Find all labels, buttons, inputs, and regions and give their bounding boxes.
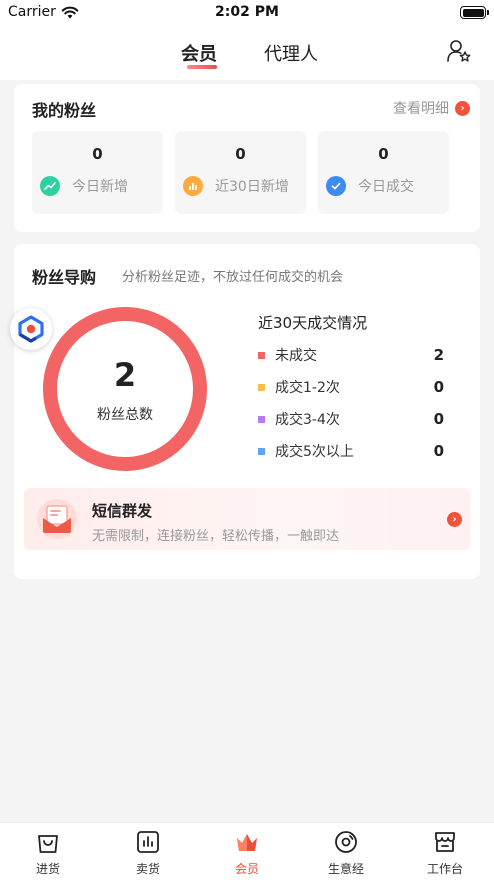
stat-value: 0 xyxy=(378,145,389,163)
legend-swatch xyxy=(258,351,265,359)
sms-description: 无需限制，连接粉丝，轻松传播，一触即达 xyxy=(92,529,340,544)
legend-swatch xyxy=(258,447,265,455)
sms-broadcast-banner[interactable]: 短信群发 无需限制，连接粉丝，轻松传播，一触即达 › xyxy=(24,488,470,550)
stat-value: 0 xyxy=(92,145,103,163)
nav-label: 工作台 xyxy=(426,862,463,876)
legend-label: 未成交 xyxy=(275,348,317,364)
legend-item: 成交3-4次 0 xyxy=(258,409,444,429)
stat-value: 0 xyxy=(235,145,246,163)
nav-label: 卖货 xyxy=(135,862,160,876)
crown-icon xyxy=(237,834,257,851)
nav-item-member[interactable]: 会员 xyxy=(212,829,282,877)
legend-item: 未成交 2 xyxy=(258,345,444,365)
envelope-icon xyxy=(37,499,77,539)
clock: 2:02 PM xyxy=(215,4,279,20)
top-header: 会员 代理人 xyxy=(0,28,494,80)
legend-item: 成交1-2次 0 xyxy=(258,377,444,397)
bar-chart-icon xyxy=(183,176,203,196)
view-details-label: 查看明细 xyxy=(393,101,449,117)
user-star-icon[interactable] xyxy=(446,38,472,64)
stat-label: 今日新增 xyxy=(72,179,128,195)
check-icon xyxy=(326,176,346,196)
chevron-right-icon: › xyxy=(447,512,462,527)
nav-label: 进货 xyxy=(35,862,60,876)
battery-icon xyxy=(460,6,489,19)
tab-member[interactable]: 会员 xyxy=(181,40,217,66)
trend-icon xyxy=(40,176,60,196)
disc-icon xyxy=(335,831,357,853)
my-fans-card: 我的粉丝 查看明细 › 0 今日新增 0 近30日新增 0 今日成交 xyxy=(14,84,480,232)
legend-title: 近30天成交情况 xyxy=(258,314,368,332)
assistant-logo-icon xyxy=(18,315,44,343)
legend-value: 0 xyxy=(433,442,444,460)
legend-label: 成交5次以上 xyxy=(275,444,354,460)
legend-item: 成交5次以上 0 xyxy=(258,441,444,461)
nav-label: 生意经 xyxy=(327,862,364,876)
total-fans-label: 粉丝总数 xyxy=(97,407,153,423)
legend-value: 0 xyxy=(433,410,444,428)
fan-guide-subtitle: 分析粉丝足迹，不放过任何成交的机会 xyxy=(122,270,344,285)
donut-center: 2 粉丝总数 xyxy=(42,306,208,472)
legend-label: 成交3-4次 xyxy=(275,412,340,428)
legend-label: 成交1-2次 xyxy=(275,380,340,396)
legend-swatch xyxy=(258,383,265,391)
fan-guide-card: 粉丝导购 分析粉丝足迹，不放过任何成交的机会 2 粉丝总数 近30天成交情况 未… xyxy=(10,244,480,579)
store-icon xyxy=(435,832,455,852)
bottom-navigation: 进货 卖货 会员 生意经 工作台 xyxy=(0,822,494,880)
legend-swatch xyxy=(258,415,265,423)
legend-value: 2 xyxy=(433,346,444,364)
chart-icon xyxy=(137,831,159,853)
bag-icon xyxy=(38,835,58,853)
nav-item-purchase[interactable]: 进货 xyxy=(13,829,83,877)
stat-label: 今日成交 xyxy=(358,179,414,195)
status-bar: Carrier 2:02 PM xyxy=(0,0,494,28)
my-fans-title: 我的粉丝 xyxy=(32,101,97,120)
tab-agent[interactable]: 代理人 xyxy=(264,40,318,66)
view-details-link[interactable]: 查看明细 › xyxy=(393,98,470,118)
stat-30day-new[interactable]: 0 近30日新增 xyxy=(175,131,306,214)
stat-label: 近30日新增 xyxy=(215,179,289,195)
nav-item-sell[interactable]: 卖货 xyxy=(113,829,183,877)
stat-today-new[interactable]: 0 今日新增 xyxy=(32,131,163,214)
total-fans-value: 2 xyxy=(113,356,137,394)
legend-value: 0 xyxy=(433,378,444,396)
nav-item-business[interactable]: 生意经 xyxy=(311,829,381,877)
stat-today-deal[interactable]: 0 今日成交 xyxy=(318,131,449,214)
tab-active-indicator xyxy=(187,65,217,69)
chevron-right-icon: › xyxy=(455,100,470,116)
floating-assistant-button[interactable] xyxy=(10,308,52,350)
nav-item-workbench[interactable]: 工作台 xyxy=(410,829,480,877)
nav-label: 会员 xyxy=(234,862,259,876)
fan-guide-title: 粉丝导购 xyxy=(32,268,97,287)
sms-title: 短信群发 xyxy=(92,502,153,520)
